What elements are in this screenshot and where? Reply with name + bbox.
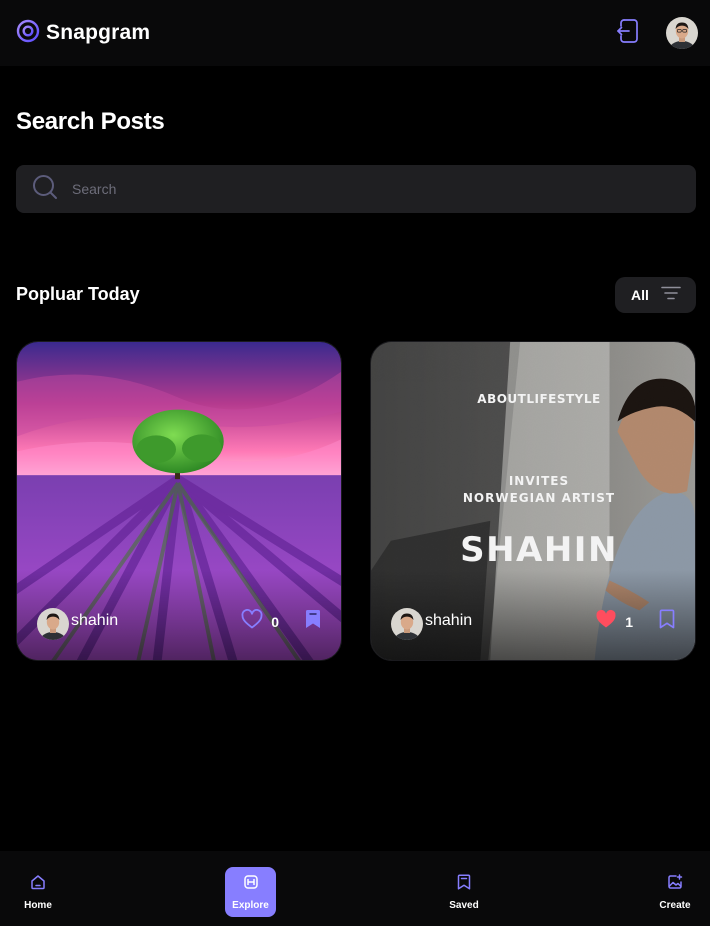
app-name: Snapgram [46, 21, 151, 44]
heart-filled-icon [595, 609, 617, 633]
nav-item-saved[interactable]: Saved [438, 867, 490, 917]
bookmark-filled-icon [305, 610, 321, 633]
nav-item-home[interactable]: Home [12, 867, 64, 917]
nav-label-create: Create [659, 899, 691, 911]
logout-icon [615, 18, 639, 49]
nav-label-explore: Explore [232, 899, 269, 911]
nav-label-saved: Saved [449, 899, 479, 911]
post-card[interactable]: shahin 0 [16, 341, 342, 661]
save-button[interactable] [659, 609, 675, 634]
post-stats: 1 [595, 609, 675, 634]
creator-avatar [37, 608, 69, 640]
home-icon [30, 874, 46, 895]
poster-brand: ABOUTLIFESTYLE [477, 392, 601, 406]
nav-item-explore[interactable]: Explore [225, 867, 276, 917]
save-button[interactable] [305, 609, 321, 634]
search-input[interactable] [72, 181, 632, 197]
filter-label: All [631, 287, 649, 303]
page-title: Search Posts [16, 108, 165, 135]
poster-line-1: INVITES [508, 474, 570, 488]
section-title-popular: Popluar Today [16, 284, 140, 304]
like-button[interactable] [595, 609, 617, 634]
add-image-icon [667, 873, 683, 895]
nav-label-home: Home [24, 899, 52, 911]
poster-headline: SHAHIN [460, 530, 618, 570]
bookmark-icon [457, 873, 471, 895]
heart-outline-icon [241, 608, 263, 633]
nav-item-create[interactable]: Create [649, 867, 701, 917]
profile-avatar[interactable] [666, 17, 698, 49]
filter-icon [661, 286, 681, 305]
search-bar [16, 165, 696, 213]
post-card[interactable]: ABOUTLIFESTYLE INVITES NORWEGIAN ARTIST … [370, 341, 696, 661]
like-count: 0 [271, 613, 279, 630]
post-creator[interactable]: shahin [37, 608, 118, 640]
creator-name: shahin [425, 612, 473, 629]
search-icon [32, 174, 58, 205]
filter-dropdown[interactable]: All [615, 277, 696, 313]
poster-line-2: NORWEGIAN ARTIST [462, 491, 616, 505]
post-stats: 0 [241, 608, 321, 634]
explore-icon [243, 874, 259, 895]
bottom-nav: Home Explore Saved Create [0, 851, 710, 926]
like-button[interactable] [241, 608, 263, 634]
creator-name: shahin [71, 612, 119, 629]
like-count: 1 [625, 613, 633, 630]
post-creator[interactable]: shahin [391, 608, 472, 640]
logout-button[interactable] [610, 16, 644, 50]
snapgram-logo-icon [16, 19, 40, 48]
creator-avatar [391, 608, 423, 640]
bookmark-outline-icon [659, 609, 675, 633]
top-bar: Snapgram [0, 0, 710, 66]
brand-logo[interactable]: Snapgram [16, 19, 150, 48]
